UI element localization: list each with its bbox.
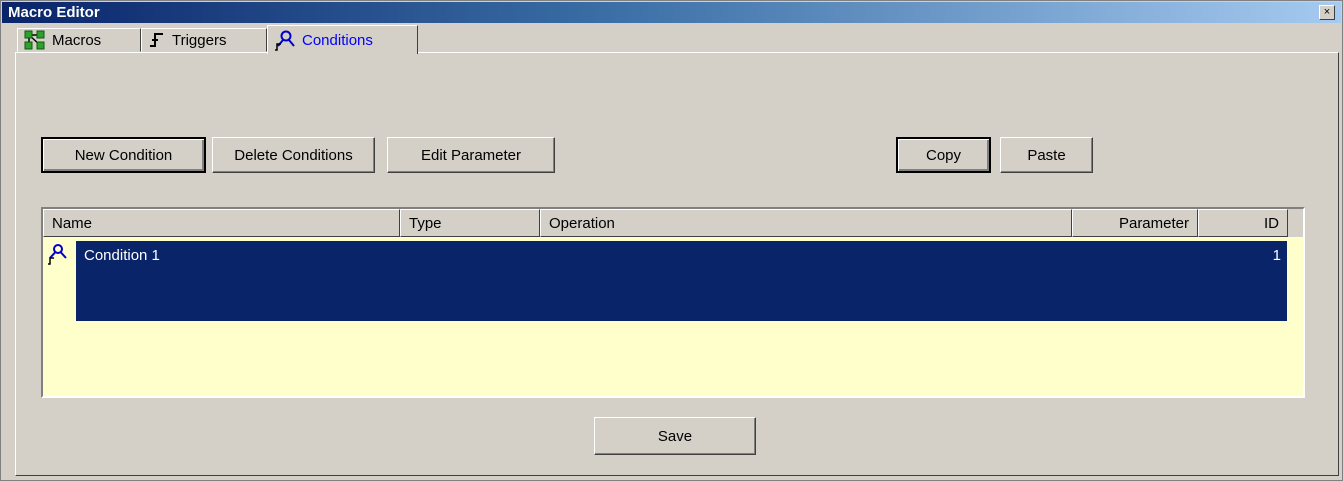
new-condition-button[interactable]: New Condition <box>41 137 206 173</box>
title-bar[interactable]: Macro Editor × <box>2 2 1341 23</box>
save-button[interactable]: Save <box>594 417 756 455</box>
column-header-parameter[interactable]: Parameter <box>1072 209 1198 237</box>
window-title: Macro Editor <box>8 4 100 21</box>
column-header-id[interactable]: ID <box>1198 209 1288 237</box>
tab-macros[interactable]: Macros <box>17 28 141 52</box>
conditions-icon <box>275 30 295 51</box>
row-name: Condition 1 <box>84 247 160 264</box>
column-header-operation[interactable]: Operation <box>540 209 1072 237</box>
close-button[interactable]: × <box>1319 5 1335 20</box>
list-header: Name Type Operation Parameter ID <box>43 209 1303 237</box>
edit-parameter-button[interactable]: Edit Parameter <box>387 137 555 173</box>
tab-triggers[interactable]: Triggers <box>141 28 267 52</box>
condition-icon <box>48 244 67 265</box>
delete-conditions-button[interactable]: Delete Conditions <box>212 137 375 173</box>
table-row[interactable]: Condition 1 1 <box>76 241 1287 321</box>
triggers-icon <box>150 33 163 47</box>
paste-button[interactable]: Paste <box>1000 137 1093 173</box>
conditions-list[interactable]: Name Type Operation Parameter ID Conditi… <box>41 207 1305 398</box>
tab-conditions[interactable]: Conditions <box>267 25 418 54</box>
row-id: 1 <box>1272 247 1281 264</box>
macro-editor-window: Macro Editor × Macros Triggers Condition… <box>0 0 1343 481</box>
tab-label: Conditions <box>302 31 373 49</box>
column-header-type[interactable]: Type <box>400 209 540 237</box>
macros-icon <box>24 30 45 50</box>
tab-label: Macros <box>52 31 102 49</box>
column-header-name[interactable]: Name <box>43 209 400 237</box>
tab-label: Triggers <box>172 31 227 49</box>
copy-button[interactable]: Copy <box>896 137 991 173</box>
